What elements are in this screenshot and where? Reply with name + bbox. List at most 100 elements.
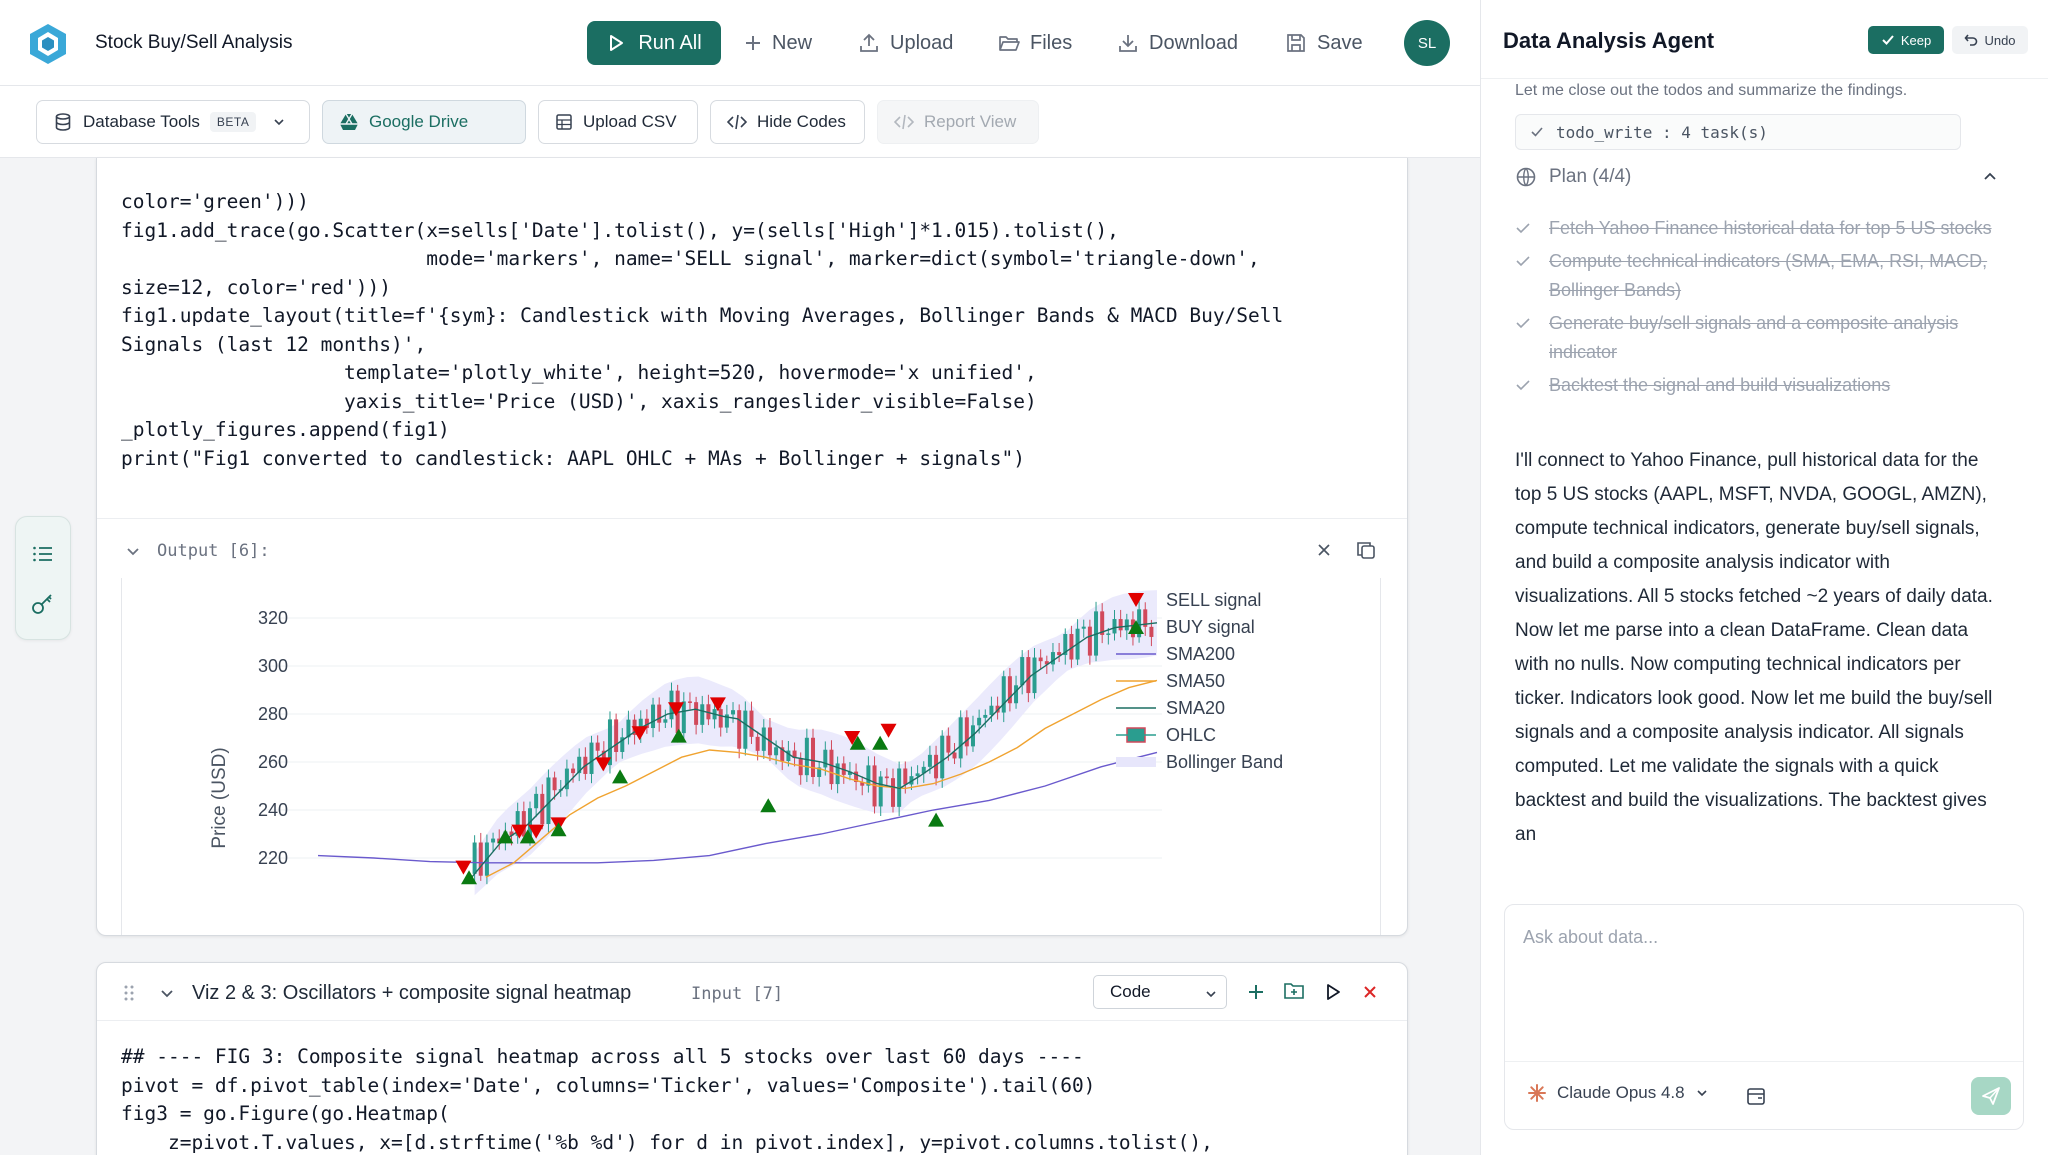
model-label: Claude Opus 4.8: [1557, 1083, 1685, 1102]
notebook-cell-6: color='green'))) fig1.add_trace(go.Scatte…: [96, 158, 1408, 936]
code-line: ## ---- FIG 3: Composite signal heatmap …: [121, 1045, 1084, 1068]
upload-button[interactable]: Upload: [858, 26, 953, 60]
candle-body: [940, 735, 945, 779]
undo-button[interactable]: Undo: [1952, 26, 2028, 54]
candlestick-chart[interactable]: 220 240 260 280 300 320 Price (USD) SELL sign…: [122, 578, 1380, 936]
cell-header: Viz 2 & 3: Oscillators + composite signa…: [97, 963, 1407, 1021]
model-selector[interactable]: Claude Opus 4.8: [1527, 1083, 1709, 1103]
code-line: print("Fig1 converted to candlestick: AA…: [121, 446, 1025, 470]
buy-signal-marker[interactable]: [928, 812, 945, 827]
candle-body: [651, 704, 656, 729]
delete-icon[interactable]: [1361, 983, 1379, 1001]
candle-body: [687, 701, 692, 703]
chevron-down-icon: [1697, 1090, 1707, 1097]
candle-body: [774, 747, 779, 756]
keep-label: Keep: [1900, 32, 1932, 48]
plan-item: Backtest the signal and build visualizat…: [1515, 371, 2005, 400]
new-button[interactable]: New: [744, 26, 812, 60]
code-editor[interactable]: ## ---- FIG 3: Composite signal heatmap …: [121, 1043, 1213, 1155]
app-root: Stock Buy/Sell Analysis Run All New Uplo…: [0, 0, 2048, 1155]
folder-plus-icon[interactable]: [1283, 981, 1305, 1001]
candle-body: [946, 735, 951, 753]
buy-signal-marker[interactable]: [760, 798, 777, 813]
plus-icon[interactable]: [1247, 983, 1265, 1001]
report-view-button[interactable]: Report View: [877, 100, 1039, 144]
close-icon[interactable]: [1315, 541, 1333, 559]
candle-body: [903, 768, 908, 785]
hide-codes-label: Hide Codes: [757, 112, 846, 131]
drag-handle-icon[interactable]: [123, 983, 135, 1003]
candle-body: [952, 752, 957, 759]
y-tick-label: 240: [258, 800, 288, 820]
code-editor[interactable]: color='green'))) fig1.add_trace(go.Scatte…: [121, 188, 1283, 473]
upload-csv-label: Upload CSV: [583, 112, 677, 131]
check-icon: [1516, 256, 1530, 267]
google-drive-button[interactable]: Google Drive: [322, 100, 526, 144]
upload-csv-button[interactable]: Upload CSV: [538, 100, 698, 144]
folder-open-icon: [999, 36, 1020, 51]
database-tools-label: Database Tools: [83, 112, 200, 131]
chevron-down-icon[interactable]: [159, 985, 175, 1001]
code-line: fig1.update_layout(title=f'{sym}: Candle…: [121, 304, 1284, 327]
plan-header[interactable]: Plan (4/4): [1515, 162, 1999, 192]
send-icon: [1982, 1087, 2000, 1105]
cell-input-label: Input [7]: [691, 984, 784, 1004]
candle-body: [1020, 657, 1025, 686]
candle-body: [804, 737, 809, 776]
chevron-down-icon: [1206, 991, 1216, 998]
database-tools-button[interactable]: Database Tools BETA: [36, 100, 310, 144]
list-icon[interactable]: [30, 541, 56, 567]
chevron-down-icon: [274, 119, 284, 126]
files-button[interactable]: Files: [998, 26, 1072, 60]
save-button[interactable]: Save: [1285, 26, 1363, 60]
download-button[interactable]: Download: [1117, 26, 1238, 60]
new-label: New: [772, 31, 813, 54]
legend-label: SELL signal: [1166, 590, 1261, 610]
google-drive-label: Google Drive: [369, 112, 469, 131]
chevron-up-icon[interactable]: [1981, 168, 1999, 186]
cell-type-value: Code: [1110, 982, 1151, 1001]
code-icon: [894, 114, 914, 130]
play-icon[interactable]: [1323, 982, 1343, 1002]
legend-label: SMA200: [1166, 644, 1235, 664]
send-button[interactable]: [1971, 1077, 2011, 1115]
y-tick-label: 260: [258, 752, 288, 772]
candle-body: [552, 777, 557, 791]
candle-body: [798, 758, 803, 776]
user-avatar[interactable]: SL: [1404, 20, 1450, 66]
undo-label: Undo: [1984, 32, 2016, 48]
candle-body: [1124, 619, 1129, 631]
candle-body: [1050, 652, 1055, 665]
buy-signal-marker[interactable]: [612, 769, 629, 784]
chevron-down-icon[interactable]: [125, 543, 141, 559]
plan-item-label: Generate buy/sell signals and a composit…: [1549, 313, 1959, 362]
plot-output[interactable]: 220 240 260 280 300 320 Price (USD) SELL sign…: [121, 578, 1381, 936]
key-icon[interactable]: [30, 591, 56, 617]
run-all-button[interactable]: Run All: [587, 21, 721, 65]
sell-signal-marker[interactable]: [880, 723, 897, 738]
todo-tool-call[interactable]: todo_write : 4 task(s): [1515, 114, 1961, 150]
keep-button[interactable]: Keep: [1868, 26, 1944, 54]
candle-body: [749, 710, 754, 737]
candle-body: [761, 727, 766, 751]
copy-icon[interactable]: [1355, 539, 1377, 561]
hide-codes-button[interactable]: Hide Codes: [710, 100, 865, 144]
candle-body: [1087, 626, 1092, 656]
buy-signal-marker[interactable]: [872, 735, 889, 750]
chat-input[interactable]: Ask about data...: [1523, 927, 1658, 948]
panel-title: Data Analysis Agent: [1503, 28, 1715, 53]
plan-item-label: Fetch Yahoo Finance historical data for …: [1549, 218, 1992, 238]
check-icon: [1516, 318, 1530, 329]
report-view-label: Report View: [924, 112, 1017, 131]
candle-body: [614, 719, 619, 752]
candle-body: [478, 842, 483, 876]
code-line: z=pivot.T.values, x=[d.strftime('%b %d')…: [121, 1130, 1213, 1154]
cell-type-select[interactable]: Code: [1093, 975, 1227, 1009]
agent-note: Let me close out the todos and summarize…: [1515, 82, 1908, 99]
download-icon: [1119, 35, 1137, 52]
top-bar: Stock Buy/Sell Analysis Run All New Uplo…: [0, 0, 1480, 86]
candle-body: [989, 705, 994, 715]
chat-input-box[interactable]: Ask about data... Claude Opus 4.8: [1504, 904, 2024, 1130]
attachment-icon[interactable]: [1745, 1085, 1767, 1107]
todo-label: todo_write : 4 task(s): [1556, 122, 1768, 142]
